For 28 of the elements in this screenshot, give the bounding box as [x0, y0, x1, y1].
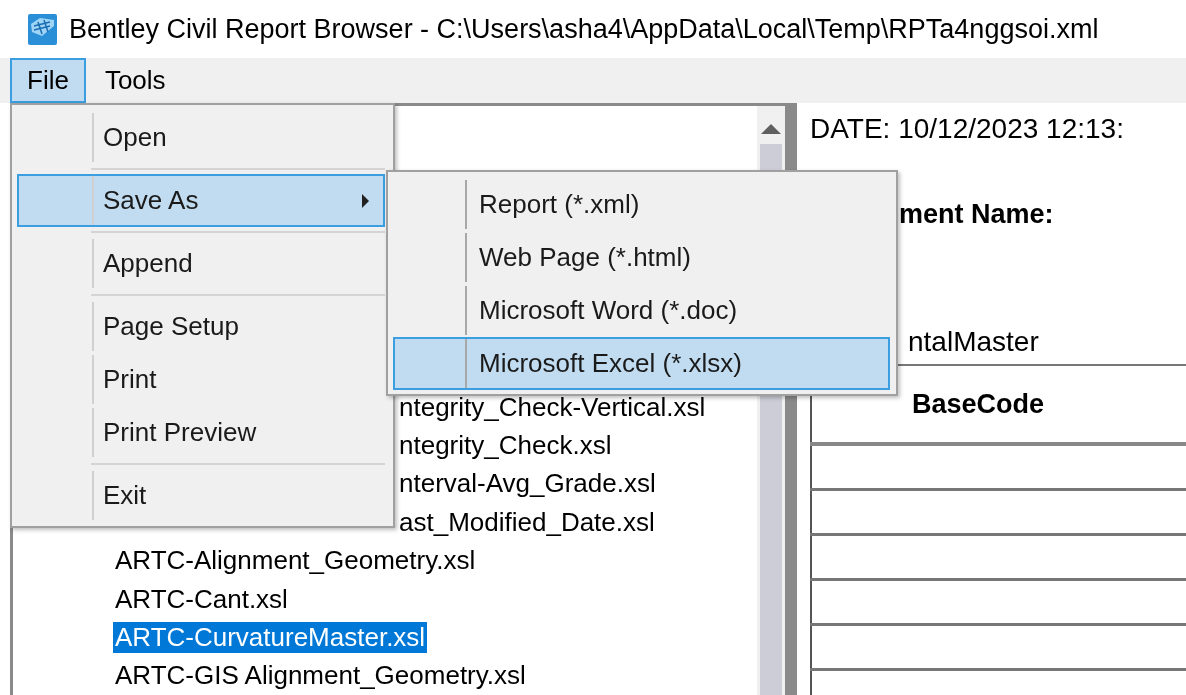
scroll-up-icon[interactable]: [761, 124, 781, 134]
submenu-arrow-icon: [362, 193, 369, 208]
app-icon: [28, 13, 57, 45]
list-item[interactable]: ARTC-Alignment_Geometry.xsl: [113, 545, 478, 577]
window-title: Bentley Civil Report Browser - C:\Users\asha4\AppData\Local\Temp\RPTa4nggsoi.xml: [69, 13, 1099, 45]
menu-item[interactable]: Save As: [17, 174, 385, 227]
menu-item[interactable]: Print: [17, 353, 385, 406]
list-item[interactable]: ast_Modified_Date.xsl: [397, 506, 657, 538]
list-item[interactable]: ARTC-GIS Alignment_Geometry.xsl: [113, 660, 528, 692]
menu-item[interactable]: Open: [17, 111, 385, 164]
menu-item[interactable]: Microsoft Word (*.doc): [393, 284, 890, 337]
menu-item[interactable]: Page Setup: [17, 300, 385, 353]
list-item[interactable]: ntegrity_Check-Vertical.xsl: [397, 391, 708, 423]
menu-item[interactable]: Microsoft Excel (*.xlsx): [393, 337, 890, 390]
list-item[interactable]: nterval-Avg_Grade.xsl: [397, 468, 658, 500]
menu-item[interactable]: Exit: [17, 469, 385, 522]
menu-item[interactable]: File: [10, 58, 86, 103]
menu-item[interactable]: Report (*.xml): [393, 178, 890, 231]
field-label: ment Name:: [898, 199, 1055, 230]
report-date: DATE: 10/12/2023 12:13:: [810, 113, 1125, 145]
menu-item[interactable]: Append: [17, 237, 385, 290]
list-item[interactable]: ARTC-Cant.xsl: [113, 583, 290, 615]
menu-item[interactable]: Tools: [87, 58, 183, 103]
menu-item[interactable]: Web Page (*.html): [393, 231, 890, 284]
list-item[interactable]: ARTC-CurvatureMaster.xsl: [113, 621, 428, 653]
field-value: ntalMaster: [907, 326, 1040, 358]
list-item[interactable]: ntegrity_Check.xsl: [397, 430, 614, 462]
menu-item[interactable]: Print Preview: [17, 406, 385, 459]
